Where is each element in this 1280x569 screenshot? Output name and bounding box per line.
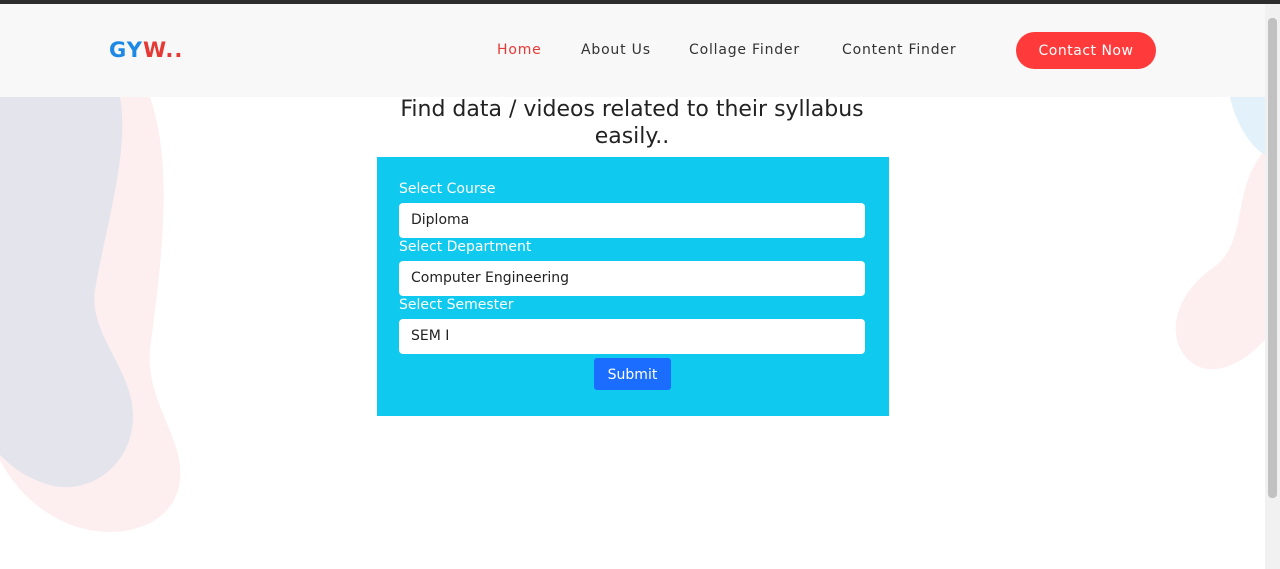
semester-label: Select Semester bbox=[399, 297, 514, 313]
nav-about-us[interactable]: About Us bbox=[581, 42, 651, 58]
logo-text-blue: GY bbox=[109, 38, 143, 62]
department-select[interactable]: Computer Engineering bbox=[399, 261, 865, 296]
syllabus-search-form: Select Course Diploma Select Department … bbox=[377, 157, 889, 416]
department-label: Select Department bbox=[399, 239, 532, 255]
scrollbar-thumb[interactable] bbox=[1268, 18, 1277, 498]
course-label: Select Course bbox=[399, 181, 496, 197]
logo-text-red: W.. bbox=[142, 38, 184, 62]
contact-now-button[interactable]: Contact Now bbox=[1016, 32, 1156, 69]
site-logo[interactable]: GYW.. bbox=[109, 38, 183, 62]
nav-content-finder[interactable]: Content Finder bbox=[842, 42, 956, 58]
semester-select[interactable]: SEM I bbox=[399, 319, 865, 354]
submit-button[interactable]: Submit bbox=[594, 358, 671, 390]
page-headline: Find data / videos related to their syll… bbox=[400, 97, 864, 149]
course-select[interactable]: Diploma bbox=[399, 203, 865, 238]
navbar: GYW.. Home About Us Collage Finder Conte… bbox=[0, 4, 1265, 97]
nav-collage-finder[interactable]: Collage Finder bbox=[689, 42, 800, 58]
pink-blob-right bbox=[1175, 150, 1265, 370]
nav-home[interactable]: Home bbox=[497, 42, 542, 58]
vertical-scrollbar[interactable] bbox=[1265, 4, 1280, 569]
blue-blob-right bbox=[1230, 97, 1265, 155]
